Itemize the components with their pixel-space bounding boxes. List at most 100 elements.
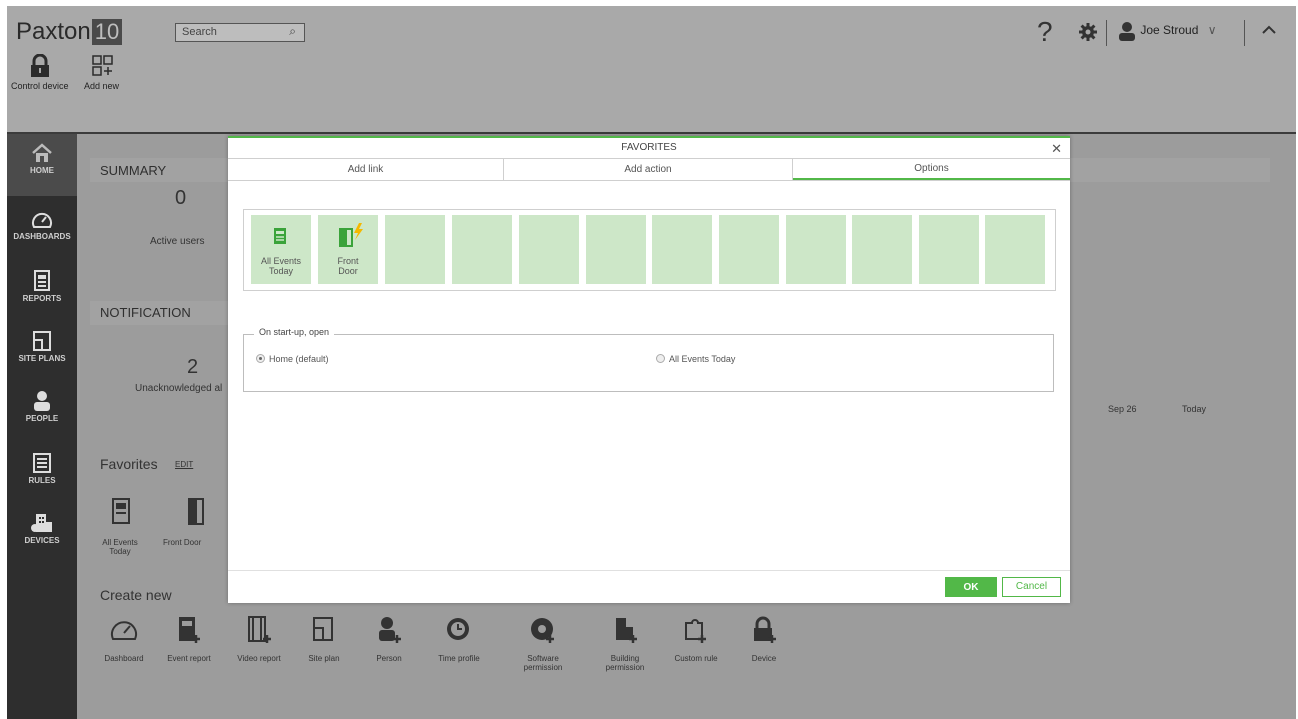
favorites-bar: All Events Today Front Door — [243, 209, 1056, 291]
notification-title: NOTIFICATION — [100, 305, 191, 320]
search-input[interactable]: Search ⌕ — [175, 23, 305, 42]
empty-favorite-slot[interactable] — [586, 215, 646, 284]
building-permission-icon — [616, 618, 637, 643]
create-label: Building permission — [605, 654, 645, 672]
create-building-permission-button[interactable]: Building permission — [599, 615, 651, 672]
radio-label: Home (default) — [269, 354, 329, 364]
event-report-icon — [179, 617, 200, 643]
favorite-label: All Events Today — [102, 538, 138, 556]
software-permission-icon — [531, 618, 554, 643]
create-video-report-button[interactable]: Video report — [229, 615, 289, 663]
tab-add-action[interactable]: Add action — [504, 159, 793, 180]
create-label: Dashboard — [104, 654, 144, 663]
favorite-tile-label: All Events Today — [260, 256, 302, 276]
chevron-up-icon[interactable] — [1262, 24, 1276, 34]
sidebar-item-label: RULES — [28, 476, 56, 485]
add-new-label: Add new — [84, 81, 120, 91]
app-window: Paxton 10 Search ⌕ Control device Add new… — [7, 6, 1296, 719]
person-icon — [379, 617, 401, 643]
radio-home-default[interactable]: Home (default) — [256, 354, 329, 364]
sidebar-item-people[interactable]: PEOPLE — [7, 390, 77, 423]
axis-label: Sep 26 — [1108, 404, 1137, 414]
radio-all-events-today[interactable]: All Events Today — [656, 354, 735, 364]
dialog-footer-divider — [228, 570, 1070, 571]
active-users-label: Active users — [150, 236, 205, 247]
control-device-label: Control device — [11, 81, 69, 91]
create-custom-rule-button[interactable]: Custom rule — [671, 615, 721, 663]
create-label: Site plan — [308, 654, 340, 663]
lock-icon — [754, 616, 776, 643]
search-icon[interactable]: ⌕ — [289, 24, 296, 39]
empty-favorite-slot[interactable] — [786, 215, 846, 284]
sidebar-item-devices[interactable]: DEVICES — [7, 512, 77, 545]
speedometer-icon — [111, 621, 137, 640]
empty-favorite-slot[interactable] — [719, 215, 779, 284]
favorite-tile[interactable]: All Events Today — [251, 215, 311, 284]
search-placeholder: Search — [182, 26, 217, 38]
gear-icon[interactable] — [1078, 22, 1098, 42]
site-plan-icon — [33, 331, 51, 351]
sidebar-item-label: REPORTS — [22, 294, 62, 303]
empty-favorite-slot[interactable] — [385, 215, 445, 284]
create-device-button[interactable]: Device — [744, 615, 784, 663]
sidebar-item-dashboards[interactable]: DASHBOARDS — [7, 210, 77, 241]
empty-favorite-slot[interactable] — [852, 215, 912, 284]
speedometer-icon — [32, 212, 52, 228]
create-new-title: Create new — [100, 587, 172, 603]
logo: Paxton 10 — [16, 18, 123, 46]
create-label: Event report — [167, 654, 211, 663]
top-header: Paxton 10 Search ⌕ Control device Add new… — [7, 6, 1296, 134]
empty-favorite-slot[interactable] — [519, 215, 579, 284]
cancel-button[interactable]: Cancel — [1002, 577, 1061, 597]
create-label: Software permission — [523, 654, 563, 672]
radio-button-selected[interactable] — [256, 354, 265, 363]
create-person-button[interactable]: Person — [369, 615, 409, 663]
favorite-tile-label: Front Door — [337, 256, 359, 276]
create-label: Time profile — [438, 654, 480, 663]
favorite-label: Front Door — [163, 538, 202, 547]
close-icon[interactable]: ✕ — [1051, 141, 1062, 157]
control-device-button[interactable]: Control device — [11, 54, 69, 91]
create-time-profile-button[interactable]: Time profile — [431, 615, 487, 663]
sidebar-item-rules[interactable]: RULES — [7, 452, 77, 485]
tab-add-link[interactable]: Add link — [228, 159, 504, 180]
create-event-report-button[interactable]: Event report — [159, 615, 219, 663]
help-icon[interactable]: ? — [1037, 16, 1053, 48]
sidebar: HOME DASHBOARDS REPORTS SITE PLANS PEOPL… — [7, 134, 77, 719]
sidebar-item-reports[interactable]: REPORTS — [7, 270, 77, 303]
add-new-button[interactable]: Add new — [84, 54, 119, 91]
header-divider — [1244, 20, 1245, 46]
empty-favorite-slot[interactable] — [985, 215, 1045, 284]
radio-label: All Events Today — [669, 354, 736, 364]
tab-options[interactable]: Options — [793, 159, 1070, 180]
favorite-tile[interactable]: Front Door — [318, 215, 378, 284]
unack-value: 2 — [187, 356, 199, 378]
report-icon — [112, 498, 130, 524]
empty-favorite-slot[interactable] — [919, 215, 979, 284]
add-new-icon — [91, 55, 113, 76]
sidebar-item-home[interactable]: HOME — [7, 134, 77, 196]
create-software-permission-button[interactable]: Software permission — [517, 615, 569, 672]
favorites-title: Favorites — [100, 456, 158, 472]
create-dashboard-button[interactable]: Dashboard — [99, 615, 149, 663]
sidebar-item-label: DASHBOARDS — [13, 232, 71, 241]
ok-button[interactable]: OK — [945, 577, 997, 597]
user-menu[interactable]: Joe Stroud ∨ — [1117, 21, 1217, 41]
lock-icon — [30, 54, 49, 77]
create-label: Video report — [237, 654, 281, 663]
sidebar-item-label: SITE PLANS — [18, 354, 66, 363]
empty-favorite-slot[interactable] — [452, 215, 512, 284]
chevron-down-icon: ∨ — [1207, 23, 1217, 38]
report-icon — [34, 270, 50, 291]
header-divider — [1106, 20, 1107, 46]
user-name: Joe Stroud — [1140, 23, 1199, 38]
empty-favorite-slot[interactable] — [652, 215, 712, 284]
favorites-edit-link[interactable]: EDIT — [175, 460, 193, 469]
door-icon — [188, 498, 204, 525]
sidebar-item-label: HOME — [30, 166, 54, 175]
radio-button[interactable] — [656, 354, 665, 363]
create-site-plan-button[interactable]: Site plan — [299, 615, 349, 663]
startup-options-group: On start-up, open Home (default) All Eve… — [243, 327, 1054, 392]
puzzle-icon — [685, 619, 706, 643]
sidebar-item-site-plans[interactable]: SITE PLANS — [7, 330, 77, 363]
